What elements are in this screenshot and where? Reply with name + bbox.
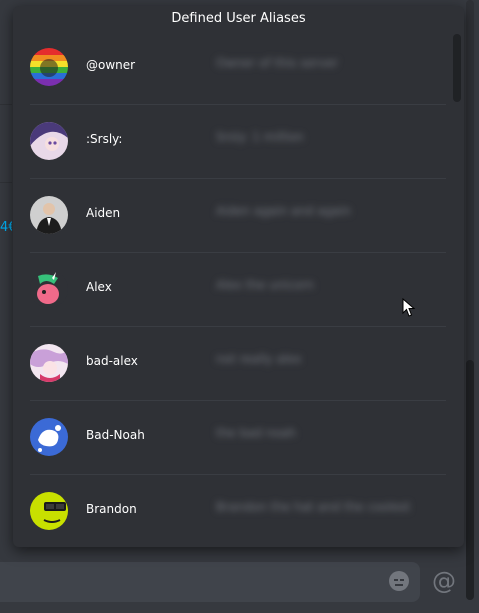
anime-pink-avatar — [30, 344, 68, 382]
alias-row[interactable]: @owner Owner of this server — [30, 30, 446, 105]
alias-row[interactable]: Aiden Aiden again and again — [30, 178, 446, 253]
alias-name: :Srsly: — [86, 132, 123, 146]
rainbow-avatar — [30, 48, 68, 86]
aliases-popup: Defined User Aliases @owner Owner of thi… — [13, 6, 464, 547]
chat-divider — [0, 182, 12, 183]
partial-link[interactable]: 4€ — [0, 220, 12, 235]
popup-scrollbar-thumb[interactable] — [453, 34, 461, 102]
alias-name: Bad-Noah — [86, 428, 145, 442]
chat-divider — [0, 104, 12, 105]
mention-button[interactable]: @ — [431, 566, 457, 596]
alias-value: Brandon the hat and the coolest — [216, 500, 411, 514]
emoji-icon[interactable] — [389, 571, 409, 591]
message-input[interactable] — [0, 562, 420, 602]
alias-name: Brandon — [86, 502, 137, 516]
blue-splash-avatar — [30, 418, 68, 456]
alias-value: not really alex — [216, 352, 302, 366]
alias-row[interactable]: bad-alex not really alex — [30, 326, 446, 401]
alias-name: Alex — [86, 280, 112, 294]
suit-person-avatar — [30, 196, 68, 234]
alias-value: Alex the unicorn — [216, 278, 314, 292]
chat-scrollbar[interactable] — [466, 0, 474, 600]
alias-value: the bad noah — [216, 426, 296, 440]
alias-row[interactable]: :Srsly: Srsly: 1 million — [30, 104, 446, 179]
alias-row[interactable]: Brandon Brandon the hat and the coolest — [30, 474, 446, 547]
alias-value: Srsly: 1 million — [216, 130, 304, 144]
mouse-cursor-icon — [402, 298, 416, 317]
pony-avatar — [30, 270, 68, 308]
alias-name: Aiden — [86, 206, 121, 220]
alias-value: Aiden again and again — [216, 204, 351, 218]
alias-row[interactable]: Bad-Noah the bad noah — [30, 400, 446, 475]
chat-scrollbar-thumb[interactable] — [466, 360, 474, 600]
alias-name: @owner — [86, 58, 136, 72]
yellow-face-avatar — [30, 492, 68, 530]
alias-row[interactable]: Alex Alex the unicorn — [30, 252, 446, 327]
popup-title: Defined User Aliases — [171, 11, 306, 26]
anime-purple-avatar — [30, 122, 68, 160]
alias-value: Owner of this server — [216, 56, 339, 70]
alias-name: bad-alex — [86, 354, 138, 368]
